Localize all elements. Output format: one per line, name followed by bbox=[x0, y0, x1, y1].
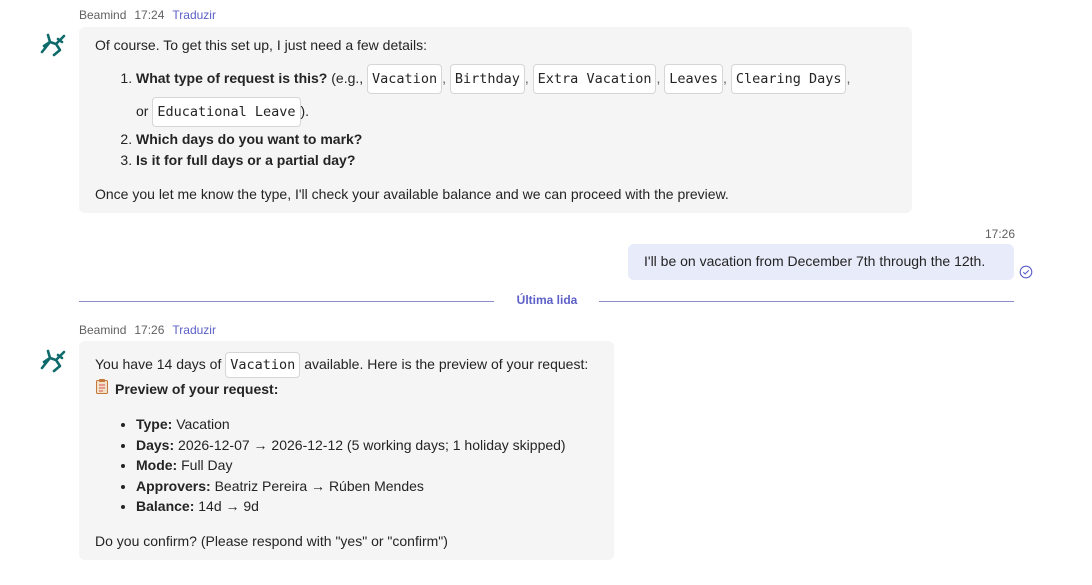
bot-message-1-bubble: Of course. To get this set up, I just ne… bbox=[79, 27, 912, 213]
preview-label: Mode: bbox=[136, 457, 178, 473]
question-list: What type of request is this? (e.g., Vac… bbox=[95, 63, 896, 170]
bot-message-2-bubble: You have 14 days of Vacation available. … bbox=[79, 341, 614, 560]
bot-avatar-icon[interactable] bbox=[38, 346, 68, 376]
preview-label: Type: bbox=[136, 416, 173, 432]
type-tag: Educational Leave bbox=[152, 97, 301, 127]
outgoing-time: 17:26 bbox=[985, 227, 1016, 241]
question-3: Is it for full days or a partial day? bbox=[136, 152, 356, 168]
preview-item: Type: Vacation bbox=[136, 414, 598, 435]
question-2: Which days do you want to mark? bbox=[136, 131, 363, 147]
close-paren: ). bbox=[300, 103, 310, 119]
preview-title: Preview of your request: bbox=[115, 380, 279, 397]
question-item: Is it for full days or a partial day? bbox=[136, 150, 896, 170]
preview-value: Full Day bbox=[181, 457, 233, 473]
question-1: What type of request is this? bbox=[136, 70, 328, 86]
preview-item: Mode: Full Day bbox=[136, 455, 598, 476]
type-tag: Extra Vacation bbox=[532, 64, 657, 94]
bot-avatar-icon[interactable] bbox=[38, 30, 68, 60]
balance-post: available. Here is the preview of your r… bbox=[304, 356, 589, 372]
last-read-divider: Última lida bbox=[516, 293, 578, 307]
preview-list: Type: Vacation Days: 2026-12-07 → 2026-1… bbox=[95, 414, 598, 517]
preview-label: Balance: bbox=[136, 498, 195, 514]
question-item: Which days do you want to mark? bbox=[136, 129, 896, 149]
message-meta: Beamind 17:26 Traduzir bbox=[79, 323, 216, 337]
sender-name: Beamind bbox=[79, 323, 127, 337]
type-tag: Clearing Days bbox=[730, 64, 847, 94]
preview-value: Vacation bbox=[176, 416, 230, 432]
or-text: or bbox=[136, 103, 149, 119]
preview-heading: Preview of your request: bbox=[95, 378, 598, 399]
outgoing-bubble: I'll be on vacation from December 7th th… bbox=[628, 244, 1014, 280]
translate-link[interactable]: Traduzir bbox=[172, 323, 216, 337]
confirm-question: Do you confirm? (Please respond with "ye… bbox=[95, 532, 448, 549]
outgoing-text: I'll be on vacation from December 7th th… bbox=[644, 253, 986, 269]
balance-pre: You have 14 days of bbox=[95, 356, 222, 372]
divider-line-right bbox=[599, 301, 1014, 302]
divider-line-left bbox=[79, 301, 494, 302]
bot-message-2: Beamind 17:26 Traduzir bbox=[79, 323, 216, 337]
message-time: 17:26 bbox=[134, 323, 165, 337]
bot-message-1: Beamind 17:24 Traduzir bbox=[79, 8, 216, 22]
question-item: What type of request is this? (e.g., Vac… bbox=[136, 63, 896, 127]
type-tag: Vacation bbox=[367, 64, 443, 94]
preview-item: Days: 2026-12-07 → 2026-12-12 (5 working… bbox=[136, 435, 598, 456]
preview-item: Balance: 14d → 9d bbox=[136, 496, 598, 517]
type-tag: Vacation bbox=[225, 352, 301, 378]
clipboard-icon bbox=[95, 378, 109, 399]
message-intro: Of course. To get this set up, I just ne… bbox=[95, 37, 428, 53]
translate-link[interactable]: Traduzir bbox=[172, 8, 216, 22]
eg-text: (e.g., bbox=[331, 70, 364, 86]
sender-name: Beamind bbox=[79, 8, 127, 22]
message-outro: Once you let me know the type, I'll chec… bbox=[95, 186, 729, 202]
preview-item: Approvers: Beatriz Pereira → Rúben Mende… bbox=[136, 476, 598, 497]
preview-label: Days: bbox=[136, 436, 175, 453]
read-receipt-icon bbox=[1019, 265, 1033, 279]
balance-line: You have 14 days of Vacation available. … bbox=[95, 351, 598, 378]
preview-value: 14d → 9d bbox=[198, 498, 259, 514]
message-time: 17:24 bbox=[134, 8, 165, 22]
preview-value: 2026-12-07 → 2026-12-12 (5 working days;… bbox=[178, 436, 566, 453]
preview-value: Beatriz Pereira → Rúben Mendes bbox=[214, 477, 424, 494]
message-meta: Beamind 17:24 Traduzir bbox=[79, 8, 216, 22]
preview-label: Approvers: bbox=[136, 477, 211, 494]
type-tag: Leaves bbox=[664, 64, 724, 94]
type-tag: Birthday bbox=[449, 64, 525, 94]
